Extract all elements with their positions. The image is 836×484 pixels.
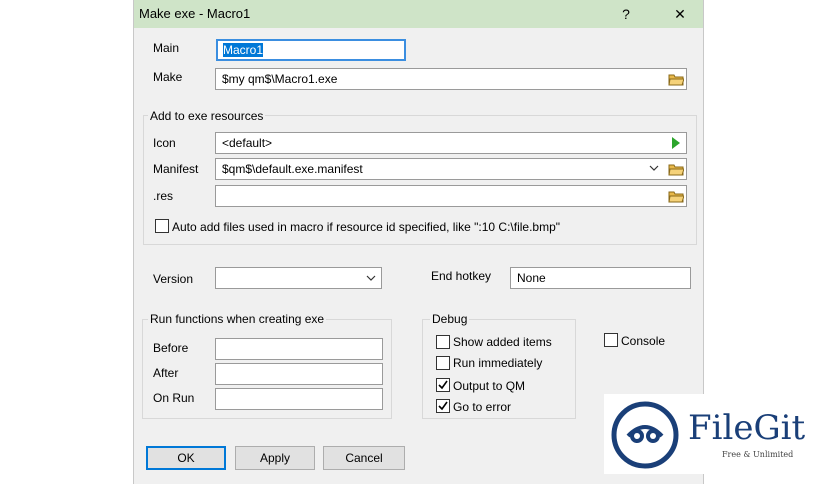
make-folder-icon[interactable] <box>668 73 684 86</box>
version-select[interactable] <box>215 267 382 289</box>
end-hotkey-label: End hotkey <box>431 269 492 283</box>
make-input[interactable]: $my qm$\Macro1.exe <box>215 68 687 90</box>
ok-button[interactable]: OK <box>146 446 226 470</box>
main-input[interactable]: Macro1 <box>216 39 406 61</box>
debug-title: Debug <box>430 312 470 326</box>
res-label: .res <box>153 189 174 203</box>
end-hotkey-input[interactable]: None <box>510 267 691 289</box>
go-to-error-checkbox[interactable] <box>436 399 450 413</box>
checkmark-icon <box>438 380 448 390</box>
icon-label: Icon <box>153 136 176 150</box>
console-checkbox[interactable] <box>604 333 618 347</box>
auto-add-checkbox[interactable] <box>155 219 169 233</box>
run-immediately-checkbox[interactable] <box>436 356 450 370</box>
close-button[interactable]: ✕ <box>666 4 694 24</box>
manifest-folder-icon[interactable] <box>668 163 684 176</box>
console-label: Console <box>621 334 666 348</box>
chevron-down-icon[interactable] <box>649 164 659 172</box>
title-bar[interactable]: Make exe - Macro1 ? ✕ <box>134 0 703 28</box>
auto-add-label: Auto add files used in macro if resource… <box>172 220 561 234</box>
version-chevron-down-icon[interactable] <box>366 274 376 282</box>
filegit-logo-icon <box>611 401 679 469</box>
main-input-value: Macro1 <box>223 43 264 57</box>
res-input[interactable] <box>215 185 687 207</box>
resources-group-title: Add to exe resources <box>148 109 266 123</box>
run-immediately-label: Run immediately <box>453 356 543 370</box>
output-to-qm-checkbox[interactable] <box>436 378 450 392</box>
on-run-input[interactable] <box>215 388 383 410</box>
checkmark-icon <box>438 401 448 411</box>
icon-input[interactable]: <default> <box>215 132 687 154</box>
version-label: Version <box>153 272 194 286</box>
cancel-button[interactable]: Cancel <box>323 446 405 470</box>
help-button[interactable]: ? <box>612 4 640 24</box>
icon-input-value: <default> <box>222 136 273 150</box>
play-arrow-icon[interactable] <box>671 137 681 149</box>
filegit-watermark: FileGit Free & Unlimited <box>604 394 826 474</box>
before-input[interactable] <box>215 338 383 360</box>
go-to-error-label: Go to error <box>453 400 512 414</box>
end-hotkey-value: None <box>517 271 546 285</box>
after-input[interactable] <box>215 363 383 385</box>
show-added-items-label: Show added items <box>453 335 552 349</box>
res-folder-icon[interactable] <box>668 190 684 203</box>
show-added-items-checkbox[interactable] <box>436 335 450 349</box>
filegit-tagline: Free & Unlimited <box>722 450 794 459</box>
manifest-input[interactable]: $qm$\default.exe.manifest <box>215 158 687 180</box>
output-to-qm-label: Output to QM <box>453 379 526 393</box>
filegit-logo-text: FileGit <box>688 408 806 448</box>
manifest-label: Manifest <box>153 162 199 176</box>
on-run-label: On Run <box>153 391 195 405</box>
apply-button[interactable]: Apply <box>235 446 315 470</box>
manifest-input-value: $qm$\default.exe.manifest <box>222 162 363 176</box>
main-label: Main <box>153 41 180 55</box>
window-title: Make exe - Macro1 <box>139 6 251 21</box>
after-label: After <box>153 366 179 380</box>
make-label: Make <box>153 70 183 84</box>
run-functions-title: Run functions when creating exe <box>148 312 327 326</box>
make-input-value: $my qm$\Macro1.exe <box>222 72 338 86</box>
before-label: Before <box>153 341 189 355</box>
